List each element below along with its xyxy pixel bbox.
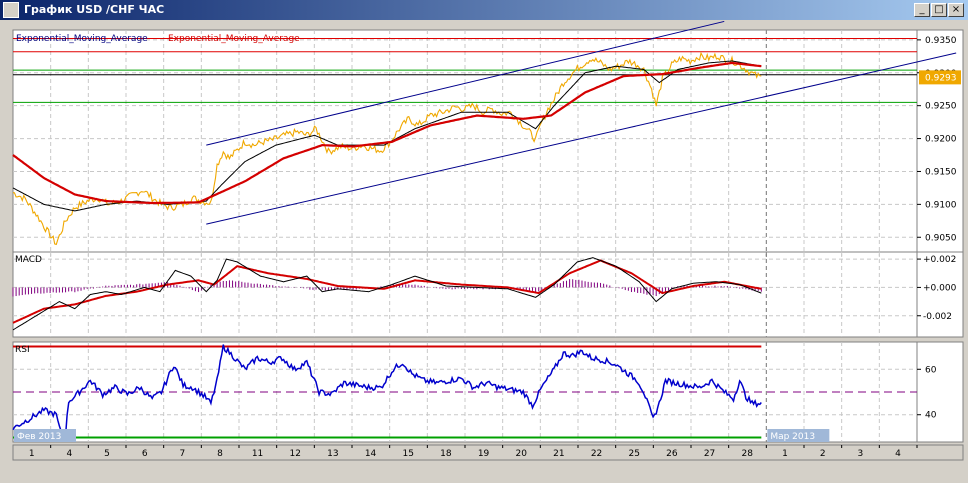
macd-tick-label: +0.002 <box>923 255 956 265</box>
month-label-next: Мар 2013 <box>770 432 815 442</box>
price-tick-label: 0.9250 <box>925 102 957 112</box>
x-tick-label: 3 <box>858 449 864 459</box>
x-tick-label: 5 <box>104 449 110 459</box>
x-tick-label: 1 <box>782 449 788 459</box>
x-tick-label: 15 <box>403 449 414 459</box>
rsi-tick-label: 40 <box>925 411 937 421</box>
price-tick-label: 0.9200 <box>925 135 957 145</box>
x-tick-label: 1 <box>29 449 35 459</box>
current-price-label: 0.9293 <box>925 73 957 83</box>
macd-title: MACD <box>15 255 42 265</box>
rsi-tick-label: 60 <box>925 365 937 375</box>
price-tick-label: 0.9150 <box>925 167 957 177</box>
rsi-pane-axis <box>916 341 964 443</box>
macd-tick-label: +0.000 <box>923 283 957 293</box>
x-tick-label: 11 <box>252 449 263 459</box>
x-tick-label: 20 <box>516 449 528 459</box>
price-tick-label: 0.9100 <box>925 200 957 210</box>
x-tick-label: 14 <box>365 449 377 459</box>
x-tick-label: 13 <box>327 449 338 459</box>
x-tick-label: 4 <box>67 449 73 459</box>
legend-ema-slow: Exponential_Moving_Average <box>168 34 300 44</box>
chart-canvas[interactable]: 0.93500.93000.92500.92000.91500.91000.90… <box>0 20 968 483</box>
window-title: График USD /CHF ЧАС <box>24 3 165 16</box>
close-button[interactable]: × <box>948 3 964 17</box>
x-tick-label: 27 <box>704 449 715 459</box>
x-tick-label: 8 <box>217 449 223 459</box>
month-label-start: Фев 2013 <box>17 432 61 442</box>
x-tick-label: 19 <box>478 449 490 459</box>
chart-app-icon <box>3 2 19 18</box>
window-titlebar: График USD /CHF ЧАС _ □ × <box>0 0 968 20</box>
legend-ema-fast: Exponential_Moving_Average <box>16 34 148 44</box>
maximize-button[interactable]: □ <box>931 3 947 17</box>
macd-tick-label: -0.002 <box>923 312 952 322</box>
minimize-button[interactable]: _ <box>914 3 930 17</box>
x-tick-label: 12 <box>290 449 301 459</box>
x-tick-label: 18 <box>440 449 452 459</box>
x-tick-label: 7 <box>180 449 186 459</box>
x-tick-label: 26 <box>666 449 678 459</box>
price-tick-label: 0.9350 <box>925 36 957 46</box>
x-tick-label: 6 <box>142 449 148 459</box>
x-tick-label: 21 <box>553 449 564 459</box>
rsi-title: RSI <box>15 345 30 355</box>
x-tick-label: 28 <box>742 449 754 459</box>
price-tick-label: 0.9050 <box>925 233 957 243</box>
x-tick-label: 2 <box>820 449 826 459</box>
x-tick-label: 4 <box>895 449 901 459</box>
chart-area[interactable]: 0.93500.93000.92500.92000.91500.91000.90… <box>0 20 968 483</box>
x-tick-label: 25 <box>629 449 640 459</box>
x-tick-label: 22 <box>591 449 602 459</box>
